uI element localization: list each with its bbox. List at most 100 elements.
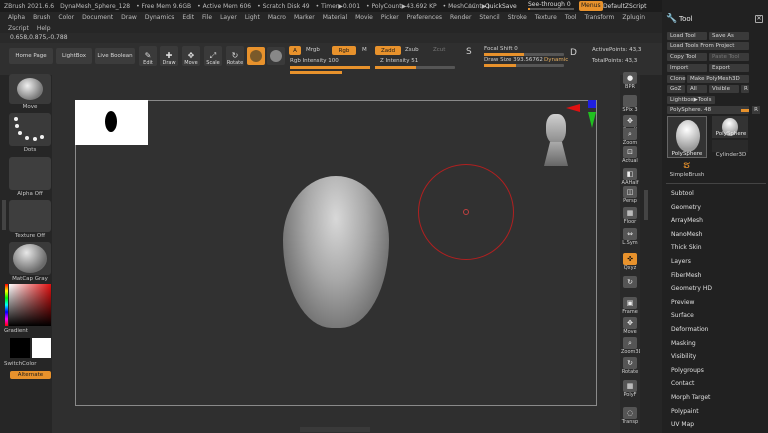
- gradient-sphere-button[interactable]: [267, 47, 285, 65]
- alpha-thumbnail[interactable]: [9, 157, 51, 190]
- menu-zscript[interactable]: Zscript: [8, 25, 29, 32]
- subpalette-polygroups[interactable]: Polygroups: [671, 367, 704, 374]
- make-polymesh3d-button[interactable]: Make PolyMesh3D: [687, 75, 749, 83]
- bottom-tray-handle[interactable]: [300, 427, 370, 432]
- lightbox-tools-button[interactable]: Lightbox▶Tools: [667, 96, 715, 104]
- close-icon[interactable]: ✕: [755, 15, 763, 23]
- menu-movie[interactable]: Movie: [355, 14, 373, 21]
- zcut-toggle[interactable]: Zcut: [433, 47, 445, 53]
- menu-help[interactable]: Help: [37, 25, 51, 32]
- mrgb-toggle[interactable]: Mrgb: [306, 47, 320, 53]
- subpalette-geometry-hd[interactable]: Geometry HD: [671, 285, 712, 292]
- menu-stroke[interactable]: Stroke: [508, 14, 527, 21]
- shelf-polyf-button[interactable]: ▦ PolyF: [621, 380, 639, 398]
- zsub-toggle[interactable]: Zsub: [405, 47, 419, 53]
- menu-document[interactable]: Document: [82, 14, 113, 21]
- import-button[interactable]: Import: [667, 64, 707, 72]
- z-intensity-slider[interactable]: [375, 66, 455, 69]
- simplebrush-icon[interactable]: ຮ: [683, 160, 695, 172]
- menu-draw[interactable]: Draw: [121, 14, 137, 21]
- export-button[interactable]: Export: [709, 64, 749, 72]
- shelf-spix-3-button[interactable]: SPix 3: [621, 95, 639, 113]
- subpalette-morph-target[interactable]: Morph Target: [671, 394, 710, 401]
- subpalette-nanomesh[interactable]: NanoMesh: [671, 231, 702, 238]
- paste-tool-button[interactable]: Paste Tool: [709, 53, 749, 61]
- draw-size-slider[interactable]: [484, 64, 564, 67]
- subpalette-preview[interactable]: Preview: [671, 299, 694, 306]
- move-mode-button[interactable]: ✥ Move: [182, 46, 200, 66]
- menu-file[interactable]: File: [202, 14, 212, 21]
- shelf-rotate-button[interactable]: ↻ Rotate: [621, 357, 639, 375]
- right-tray-handle[interactable]: [644, 190, 648, 220]
- navigation-thumbnail[interactable]: [75, 100, 148, 145]
- home-page-button[interactable]: Home Page: [9, 48, 53, 64]
- scale-mode-button[interactable]: ⤢ Scale: [204, 46, 222, 66]
- goz-all-button[interactable]: All: [687, 85, 707, 93]
- lightbox-button[interactable]: LightBox: [56, 48, 92, 64]
- rgb-intensity-slider[interactable]: [290, 66, 370, 69]
- menu-alpha[interactable]: Alpha: [8, 14, 25, 21]
- color-picker[interactable]: [9, 284, 51, 326]
- shelf-persp-button[interactable]: ◫ Persp: [621, 186, 639, 204]
- menu-tool[interactable]: Tool: [565, 14, 577, 21]
- tool-palette-title[interactable]: Tool: [679, 15, 693, 23]
- material-sphere-button[interactable]: [247, 47, 265, 65]
- polysphere-slider[interactable]: PolySphere. 48: [667, 106, 749, 114]
- subpalette-geometry[interactable]: Geometry: [671, 204, 701, 211]
- hue-strip[interactable]: [5, 284, 8, 326]
- brush-thumbnail[interactable]: [9, 74, 51, 104]
- switchcolor-button[interactable]: SwitchColor: [4, 361, 46, 367]
- goz-button[interactable]: GoZ: [667, 85, 685, 93]
- subpalette-polypaint[interactable]: Polypaint: [671, 408, 699, 415]
- polysphere-r-button[interactable]: R: [752, 106, 760, 114]
- default-zscript-button[interactable]: DefaultZScript: [603, 3, 646, 10]
- load-tools-from-project-button[interactable]: Load Tools From Project: [667, 42, 749, 50]
- m-toggle[interactable]: M: [362, 47, 367, 53]
- tool-thumb-cylinder3d[interactable]: [712, 140, 748, 152]
- shelf-frame-button[interactable]: ▣ Frame: [621, 297, 639, 315]
- goz-visible-button[interactable]: Visible: [709, 85, 739, 93]
- load-tool-button[interactable]: Load Tool: [667, 32, 707, 40]
- a-toggle[interactable]: A: [289, 46, 301, 55]
- shelf-zoom3d-button[interactable]: ⌕ Zoom3D: [621, 337, 642, 355]
- menu-transform[interactable]: Transform: [584, 14, 614, 21]
- left-tray-handle[interactable]: [2, 200, 6, 230]
- zadd-toggle[interactable]: Zadd: [375, 46, 401, 55]
- live-boolean-button[interactable]: Live Boolean: [95, 48, 135, 64]
- subpalette-surface[interactable]: Surface: [671, 312, 694, 319]
- menu-texture[interactable]: Texture: [535, 14, 557, 21]
- shelf-aahalf-button[interactable]: ◧ AAHalf: [621, 168, 639, 186]
- shelf-qxyz-button[interactable]: ✜ Qxyz: [621, 253, 639, 271]
- shelf-l-sym-button[interactable]: ⇔ L.Sym: [621, 228, 639, 246]
- secondary-color-swatch[interactable]: [32, 338, 51, 358]
- copy-tool-button[interactable]: Copy Tool: [667, 53, 707, 61]
- menu-brush[interactable]: Brush: [33, 14, 50, 21]
- menu-edit[interactable]: Edit: [182, 14, 194, 21]
- subpalette-layers[interactable]: Layers: [671, 258, 691, 265]
- menu-stencil[interactable]: Stencil: [479, 14, 499, 21]
- menu-macro[interactable]: Macro: [268, 14, 286, 21]
- menu-color[interactable]: Color: [58, 14, 74, 21]
- menu-layer[interactable]: Layer: [220, 14, 237, 21]
- main-color-swatch[interactable]: [10, 338, 30, 358]
- subpalette-uv-map[interactable]: UV Map: [671, 421, 694, 428]
- quicksave-button[interactable]: QuickSave: [485, 3, 517, 10]
- menu-dynamics[interactable]: Dynamics: [145, 14, 175, 21]
- rgb-toggle[interactable]: Rgb: [332, 46, 356, 55]
- menu-preferences[interactable]: Preferences: [407, 14, 442, 21]
- subpalette-masking[interactable]: Masking: [671, 340, 696, 347]
- menu-render[interactable]: Render: [450, 14, 471, 21]
- menu-light[interactable]: Light: [245, 14, 260, 21]
- clone-button[interactable]: Clone: [667, 75, 686, 83]
- save-as-button[interactable]: Save As: [709, 32, 749, 40]
- menus-button[interactable]: Menus: [579, 1, 603, 11]
- menu-zplugin[interactable]: Zplugin: [622, 14, 645, 21]
- menu-material[interactable]: Material: [323, 14, 347, 21]
- focal-shift-slider[interactable]: [484, 53, 564, 56]
- shelf-transp-button[interactable]: ◌ Transp: [621, 407, 639, 425]
- subpalette-thick-skin[interactable]: Thick Skin: [671, 244, 702, 251]
- subpalette-deformation[interactable]: Deformation: [671, 326, 708, 333]
- rotate-mode-button[interactable]: ↻ Rotate: [226, 46, 244, 66]
- subpalette-visibility[interactable]: Visibility: [671, 353, 696, 360]
- edit-mode-button[interactable]: ✎ Edit: [139, 46, 157, 66]
